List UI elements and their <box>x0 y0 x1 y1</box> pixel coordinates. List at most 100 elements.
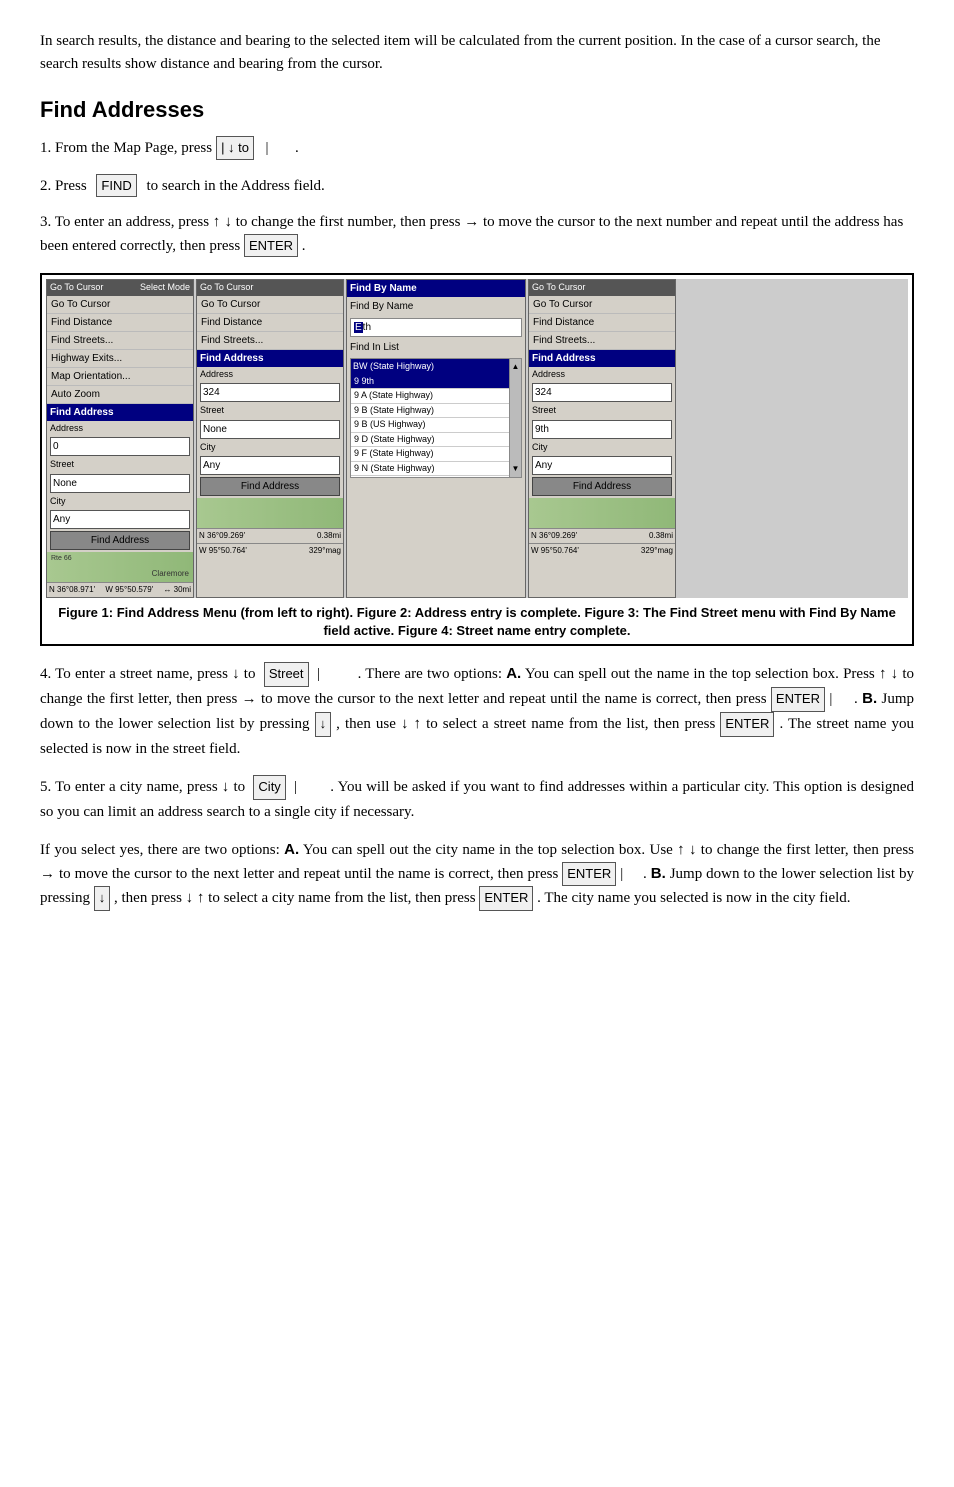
panel2-dist: 0.38mi <box>317 530 341 542</box>
para-enter1: ENTER <box>562 862 616 887</box>
panel3-search-field: Eth <box>350 318 522 337</box>
panel2-find-btn: Find Address <box>200 477 340 496</box>
panel3-item-b-state: 9 B (State Highway) <box>351 404 521 419</box>
panel2-header: Go To Cursor <box>197 280 343 296</box>
panel1-item-streets: Find Streets... <box>47 332 193 350</box>
panel2-input-address: 324 <box>200 383 340 402</box>
panel1-label-street: Street <box>47 457 193 473</box>
para-if: If you select yes, there are two options… <box>40 838 914 912</box>
panel3-item-d: 9 D (State Highway) <box>351 433 521 448</box>
step4-enter1: ENTER <box>771 687 825 712</box>
panel1-find-address-header: Find Address <box>47 404 193 421</box>
step-4: 4. To enter a street name, press ↓ to St… <box>40 662 914 760</box>
panel3-item-a: 9 A (State Highway) <box>351 389 521 404</box>
gps-panel-1: Go To Cursor Select Mode Go To Cursor Fi… <box>46 279 194 598</box>
step1-button: | ↓ to <box>216 136 254 160</box>
panel4-coord-w: W 95°50.764' <box>531 545 579 557</box>
step1-prefix: 1. From the Map Page, press <box>40 137 212 160</box>
figure-caption: Figure 1: Find Address Menu (from left t… <box>46 604 908 640</box>
panel4-map <box>529 498 675 528</box>
panel1-item-distance: Find Distance <box>47 314 193 332</box>
panel1-header-left: Go To Cursor <box>50 281 103 295</box>
panel4-item-distance: Find Distance <box>529 314 675 332</box>
panel1-input-street: None <box>50 474 190 493</box>
panel1-item-highway: Highway Exits... <box>47 350 193 368</box>
panel1-status: N 36°08.971' W 95°50.579' ↔ 30mi <box>47 582 193 597</box>
panel3-list-header: BW (State Highway) ▲ <box>351 359 521 375</box>
panel2-status2: W 95°50.764' 329°mag <box>197 543 343 558</box>
panel4-input-city: Any <box>532 456 672 475</box>
step2-enter-btn: FIND <box>96 174 136 198</box>
panel4-input-street: 9th <box>532 420 672 439</box>
panel3-header: Find By Name <box>347 280 525 297</box>
panel3-item-b-us: 9 B (US Highway) <box>351 418 521 433</box>
panel3-scroll-down: ▼ <box>512 463 520 475</box>
panel4-find-btn: Find Address <box>532 477 672 496</box>
figure-container: Go To Cursor Select Mode Go To Cursor Fi… <box>40 273 914 646</box>
panel3-find-in-list: Find In List <box>347 339 525 356</box>
gps-panel-3: Find By Name Find By Name Eth Find In Li… <box>346 279 526 598</box>
panel3-list-items: 9 9th 9 A (State Highway) 9 B (State Hig… <box>351 375 521 479</box>
panel1-header-right: Select Mode <box>140 281 190 295</box>
figure-images: Go To Cursor Select Mode Go To Cursor Fi… <box>46 279 908 598</box>
panel1-input-address: 0 <box>50 437 190 456</box>
panel3-list: BW (State Highway) ▲ 9 9th 9 A (State Hi… <box>350 358 522 478</box>
step5-btn1: City <box>253 775 285 800</box>
panel1-item-goto: Go To Cursor <box>47 296 193 314</box>
gps-panel-4: Go To Cursor Go To Cursor Find Distance … <box>528 279 676 598</box>
panel2-input-city: Any <box>200 456 340 475</box>
panel1-label-address: Address <box>47 421 193 437</box>
step-3: 3. To enter an address, press ↑ ↓ to cha… <box>40 211 914 257</box>
panel2-item-goto: Go To Cursor <box>197 296 343 314</box>
panel1-input-city: Any <box>50 510 190 529</box>
panel3-cursor-e: E <box>354 322 363 333</box>
panel2-status: N 36°09.269' 0.38mi <box>197 528 343 543</box>
panel4-label-street: Street <box>529 403 675 419</box>
step4-down-btn: ↓ <box>315 712 332 737</box>
panel1-coord-nw: N 36°08.971' <box>49 584 95 596</box>
step3-enter-btn: ENTER <box>244 234 298 258</box>
panel3-scroll-up: ▲ <box>512 361 520 373</box>
intro-text: In search results, the distance and bear… <box>40 30 914 75</box>
gps-panel-2: Go To Cursor Go To Cursor Find Distance … <box>196 279 344 598</box>
panel4-bearing: 329°mag <box>641 545 673 557</box>
panel4-item-streets: Find Streets... <box>529 332 675 350</box>
step2-suffix: to search in the Address field. <box>147 178 325 194</box>
panel1-coord-e: W 95°50.579' <box>105 584 153 596</box>
panel1-map: Claremore Rte 66 <box>47 552 193 582</box>
panel1-header: Go To Cursor Select Mode <box>47 280 193 296</box>
panel4-item-goto: Go To Cursor <box>529 296 675 314</box>
panel2-find-address-header: Find Address <box>197 350 343 367</box>
step2-prefix: 2. Press <box>40 178 87 194</box>
step1-pipe: | <box>258 137 291 160</box>
panel2-map <box>197 498 343 528</box>
panel4-input-address: 324 <box>532 383 672 402</box>
panel3-list-header-text: BW (State Highway) <box>353 360 434 374</box>
panel2-item-distance: Find Distance <box>197 314 343 332</box>
panel4-dist: 0.38mi <box>649 530 673 542</box>
panel2-coord-w: W 95°50.764' <box>199 545 247 557</box>
panel2-coord-n: N 36°09.269' <box>199 530 245 542</box>
panel1-find-btn: Find Address <box>50 531 190 550</box>
panel2-header-text: Go To Cursor <box>200 281 253 295</box>
panel3-item-n: 9 N (State Highway) <box>351 462 521 477</box>
panel2-item-streets: Find Streets... <box>197 332 343 350</box>
panel1-item-map: Map Orientation... <box>47 368 193 386</box>
para-down-btn: ↓ <box>94 886 111 911</box>
step-1: 1. From the Map Page, press | ↓ to | . <box>40 136 914 160</box>
panel2-input-street: None <box>200 420 340 439</box>
panel2-label-street: Street <box>197 403 343 419</box>
step4-btn1: Street <box>264 662 309 687</box>
panel4-label-address: Address <box>529 367 675 383</box>
panel2-label-city: City <box>197 440 343 456</box>
panel1-label-city: City <box>47 494 193 510</box>
panel4-header: Go To Cursor <box>529 280 675 296</box>
step1-dot: . <box>295 137 299 160</box>
panel4-status1: N 36°09.269' 0.38mi <box>529 528 675 543</box>
step-5: 5. To enter a city name, press ↓ to City… <box>40 775 914 824</box>
panel3-item-p-state: 9 P (State Highway) <box>351 476 521 478</box>
panel3-item-9th: 9 9th <box>351 375 521 390</box>
panel4-find-address-header: Find Address <box>529 350 675 367</box>
panel4-status2: W 95°50.764' 329°mag <box>529 543 675 558</box>
panel2-bearing: 329°mag <box>309 545 341 557</box>
